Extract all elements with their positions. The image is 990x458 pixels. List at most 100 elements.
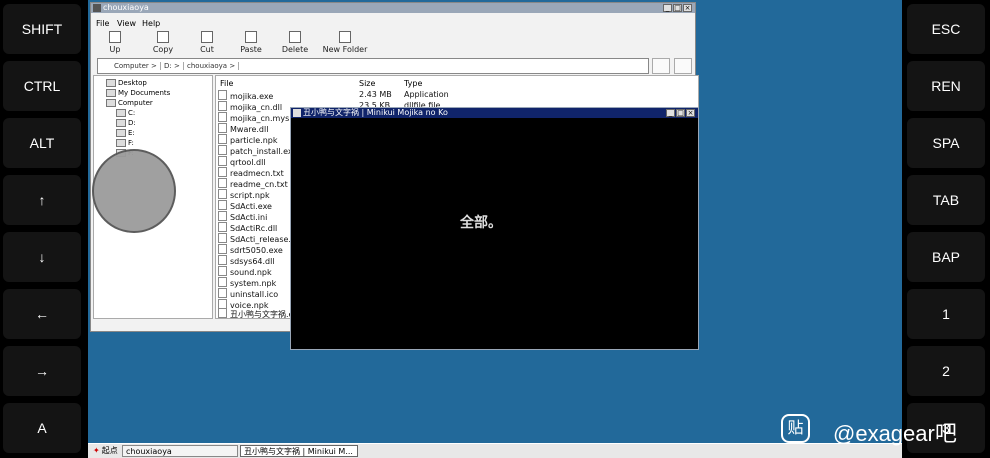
address-bar[interactable]: Computer > D: > chouxiaoya > — [97, 58, 649, 74]
delete-button[interactable]: Delete — [272, 31, 318, 54]
file-row[interactable]: patch_install.exe — [218, 145, 297, 156]
key-a[interactable]: A — [3, 403, 81, 453]
game-maximize-button[interactable]: □ — [676, 109, 685, 117]
start-button[interactable]: ✦ 起点 — [90, 445, 120, 457]
drive-icon — [116, 119, 126, 127]
file-row[interactable]: SdActi.ini — [218, 211, 267, 222]
column-file[interactable]: File — [220, 79, 233, 88]
file-icon — [218, 266, 227, 276]
breadcrumb-d[interactable]: D: > — [164, 62, 184, 70]
paste-button[interactable]: Paste — [228, 31, 274, 54]
file-row[interactable]: sound.npk — [218, 266, 272, 277]
file-row[interactable]: script.npk — [218, 189, 270, 200]
tree-drive-c[interactable]: C: — [116, 109, 135, 117]
menu-help[interactable]: Help — [142, 19, 160, 28]
file-row[interactable]: qrtool.dll — [218, 156, 266, 167]
taskbar-item-game[interactable]: 丑小鸭与文字祸 | Minikui M... — [240, 445, 358, 457]
file-row[interactable]: mojika_cn.dll 23.5 KB dllfile file — [218, 101, 440, 112]
file-row[interactable]: sdsys64.dll — [218, 255, 275, 266]
copy-button[interactable]: Copy — [140, 31, 186, 54]
key-1[interactable]: 1 — [907, 289, 985, 339]
game-titlebar[interactable]: 丑小鸭与文字祸 | Minikui Mojika no Ko — [291, 108, 698, 118]
breadcrumb-computer[interactable]: Computer > — [114, 62, 161, 70]
file-row[interactable]: sdrt5050.exe — [218, 244, 283, 255]
drive-icon — [116, 109, 126, 117]
up-button[interactable]: Up — [92, 31, 138, 54]
minimize-button[interactable]: _ — [663, 4, 672, 12]
file-row[interactable]: readmecn.txt — [218, 167, 284, 178]
key-tab[interactable]: TAB — [907, 175, 985, 225]
tree-my-documents[interactable]: My Documents — [106, 89, 170, 97]
file-row[interactable]: SdActiRc.dll — [218, 222, 277, 233]
file-icon — [218, 112, 227, 122]
new-folder-button[interactable]: New Folder — [320, 31, 370, 54]
file-icon — [218, 211, 227, 221]
tree-computer[interactable]: Computer — [106, 99, 153, 107]
tree-drive-f[interactable]: F: — [116, 139, 134, 147]
file-icon — [218, 156, 227, 166]
game-canvas[interactable]: 全部。 — [294, 120, 698, 349]
tree-drive-e[interactable]: E: — [116, 129, 135, 137]
drive-icon — [116, 129, 126, 137]
key-shift[interactable]: SHIFT — [3, 4, 81, 54]
key-down[interactable]: ↓ — [3, 232, 81, 282]
tree-drive-d[interactable]: D: — [116, 119, 136, 127]
key-right[interactable]: → — [3, 346, 81, 396]
menu-file[interactable]: File — [96, 19, 109, 28]
key-spa[interactable]: SPA — [907, 118, 985, 168]
maximize-button[interactable]: □ — [673, 4, 682, 12]
column-type[interactable]: Type — [404, 79, 422, 88]
menu-view[interactable]: View — [117, 19, 136, 28]
file-row[interactable]: SdActi.exe — [218, 200, 272, 211]
game-window: 丑小鸭与文字祸 | Minikui Mojika no Ko _ □ × 全部。 — [290, 107, 699, 350]
file-row[interactable]: particle.npk — [218, 134, 278, 145]
refresh-button[interactable] — [674, 58, 692, 74]
right-keypad: ESC REN SPA TAB BAP 1 2 3 — [902, 0, 990, 457]
documents-icon — [106, 89, 116, 97]
file-row[interactable]: uninstall.ico — [218, 288, 278, 299]
key-ctrl[interactable]: CTRL — [3, 61, 81, 111]
game-minimize-button[interactable]: _ — [666, 109, 675, 117]
file-row[interactable]: system.npk — [218, 277, 276, 288]
taskbar-item-explorer[interactable]: chouxiaoya — [122, 445, 238, 457]
tree-desktop[interactable]: Desktop — [106, 79, 147, 87]
back-button[interactable] — [652, 58, 670, 74]
close-button[interactable]: × — [683, 4, 692, 12]
file-icon — [218, 101, 227, 111]
file-icon — [218, 189, 227, 199]
cut-icon — [201, 31, 213, 43]
key-ren[interactable]: REN — [907, 61, 985, 111]
key-left[interactable]: ← — [3, 289, 81, 339]
key-alt[interactable]: ALT — [3, 118, 81, 168]
key-up[interactable]: ↑ — [3, 175, 81, 225]
file-row[interactable]: Mware.dll — [218, 123, 268, 134]
game-close-button[interactable]: × — [686, 109, 695, 117]
file-icon — [218, 200, 227, 210]
file-icon — [218, 222, 227, 232]
key-2[interactable]: 2 — [907, 346, 985, 396]
breadcrumb-chouxiaoya[interactable]: chouxiaoya > — [187, 62, 240, 70]
file-row[interactable]: 丑小鸭与文字祸.er — [218, 308, 297, 318]
file-icon — [218, 90, 227, 100]
up-icon — [109, 31, 121, 43]
start-icon: ✦ — [93, 446, 100, 455]
key-bap[interactable]: BAP — [907, 232, 985, 282]
explorer-titlebar[interactable]: chouxiaoya — [91, 3, 695, 13]
key-esc[interactable]: ESC — [907, 4, 985, 54]
file-row[interactable]: mojika.exe 2.43 MB Application — [218, 90, 449, 101]
file-row[interactable]: SdActi_release.ba — [218, 233, 301, 244]
computer-icon — [106, 99, 116, 107]
file-icon — [218, 233, 227, 243]
paste-icon — [245, 31, 257, 43]
watermark-text: @exagear吧 — [833, 421, 957, 446]
file-icon — [218, 308, 227, 318]
file-row[interactable]: readme_cn.txt — [218, 178, 288, 189]
desktop-icon — [106, 79, 116, 87]
column-size[interactable]: Size — [359, 79, 375, 88]
file-row[interactable]: mojika_cn.mys — [218, 112, 289, 123]
app-icon — [93, 4, 101, 12]
file-icon — [218, 134, 227, 144]
virtual-joystick[interactable] — [92, 149, 176, 233]
cut-button[interactable]: Cut — [184, 31, 230, 54]
file-icon — [218, 277, 227, 287]
